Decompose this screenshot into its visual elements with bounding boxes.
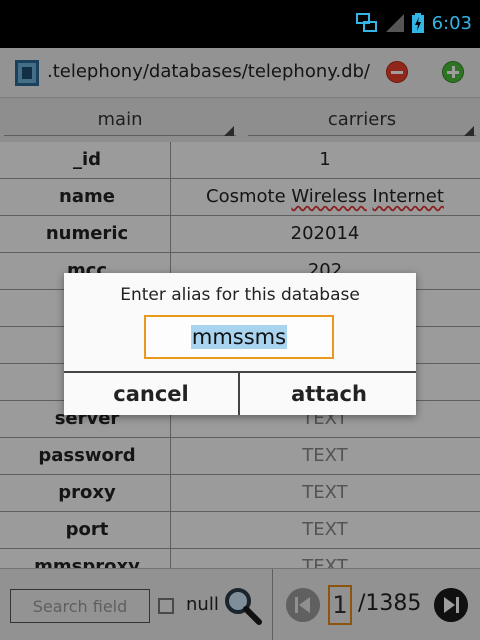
battery-icon <box>411 13 424 33</box>
status-bar: 6:03 <box>0 0 480 48</box>
dialog-title: Enter alias for this database <box>120 285 360 305</box>
cancel-button[interactable]: cancel <box>64 373 240 415</box>
network-transfer-icon <box>355 13 377 32</box>
alias-input[interactable]: mmssms <box>144 315 334 359</box>
signal-icon <box>385 14 404 32</box>
alias-input-value: mmssms <box>190 325 288 349</box>
alias-dialog: Enter alias for this database mmssms can… <box>64 273 416 415</box>
clock: 6:03 <box>431 12 472 34</box>
attach-button[interactable]: attach <box>242 373 416 415</box>
